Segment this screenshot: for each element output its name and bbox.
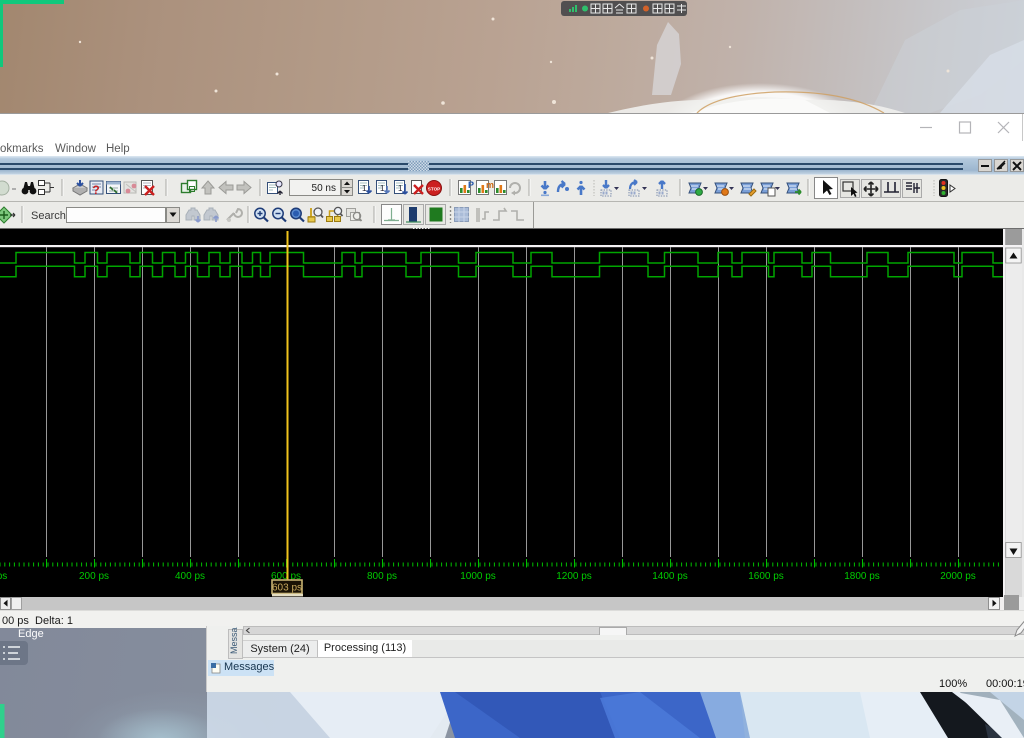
svg-text:STOP: STOP (428, 187, 440, 192)
svg-text:1: 1 (398, 184, 403, 193)
svg-text:ps: ps (0, 571, 7, 582)
svg-text:200 ps: 200 ps (79, 571, 109, 582)
svg-text:400 ps: 400 ps (175, 571, 205, 582)
svg-text:50 ns: 50 ns (312, 183, 336, 194)
svg-text:1600 ps: 1600 ps (748, 571, 784, 582)
svg-text:Edge: Edge (18, 628, 44, 640)
svg-text:1800 ps: 1800 ps (844, 571, 880, 582)
svg-text:1200 ps: 1200 ps (556, 571, 592, 582)
svg-text:1400 ps: 1400 ps (652, 571, 688, 582)
svg-text:800 ps: 800 ps (367, 571, 397, 582)
svg-text:?: ? (92, 183, 99, 197)
svg-text:m: m (486, 180, 494, 190)
svg-text:1: 1 (362, 184, 367, 193)
svg-text:P: P (468, 180, 474, 190)
svg-text:603 ps: 603 ps (272, 583, 302, 594)
svg-text:Search:: Search: (31, 210, 69, 222)
svg-text:2000 ps: 2000 ps (940, 571, 976, 582)
svg-text:1000 ps: 1000 ps (460, 571, 496, 582)
svg-text:1: 1 (380, 184, 385, 193)
